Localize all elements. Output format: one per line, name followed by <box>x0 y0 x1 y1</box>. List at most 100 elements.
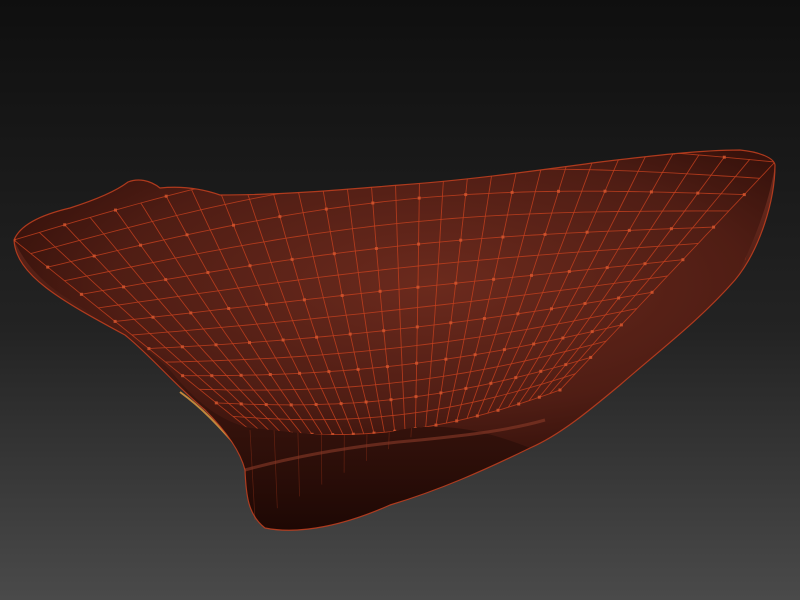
mesh-vertex <box>185 233 189 237</box>
mesh-vertex <box>532 342 536 346</box>
mesh-vertex <box>712 225 716 229</box>
mesh-vertex <box>289 403 293 407</box>
mesh-vertex <box>619 323 623 327</box>
mesh-vertex <box>180 345 184 349</box>
mesh-vertex <box>459 238 463 242</box>
mesh-vertex <box>564 363 568 367</box>
mesh-vertex <box>139 243 143 247</box>
mesh-vertex <box>147 347 151 351</box>
mesh-vertex <box>496 408 500 412</box>
mesh-vertex <box>164 278 168 282</box>
mesh-vertex <box>340 294 344 297</box>
mesh-vertex <box>227 307 231 310</box>
mesh-vertex <box>583 302 587 305</box>
mesh-vertex <box>239 402 243 406</box>
mesh-vertex <box>516 312 520 316</box>
mesh-vertex <box>378 289 382 293</box>
mesh-vertex <box>603 189 607 193</box>
mesh-vertex <box>114 208 117 212</box>
mesh-vertex <box>327 370 331 374</box>
mesh-vertex <box>181 374 185 378</box>
mesh-vertex <box>473 353 477 357</box>
mesh-vertex <box>543 232 547 236</box>
mesh-vertex <box>210 374 214 378</box>
mesh-vertex <box>439 391 443 395</box>
viewport-canvas[interactable] <box>0 0 800 600</box>
mesh-vertex <box>324 207 328 211</box>
mesh-vertex <box>122 285 126 289</box>
mesh-vertex <box>617 296 621 300</box>
mesh-vertex <box>189 311 193 315</box>
mesh-vertex <box>681 258 685 262</box>
mesh-vertex <box>314 403 318 406</box>
mesh-vertex <box>348 332 352 336</box>
mesh-vertex <box>454 281 458 285</box>
mesh-vertex <box>649 190 653 194</box>
mesh-vertex <box>475 414 479 418</box>
mesh-vertex <box>492 277 496 281</box>
mesh-vertex <box>455 419 459 423</box>
mesh-vertex <box>265 302 268 306</box>
mesh-vertex <box>417 196 421 200</box>
mesh-vertex <box>63 223 67 227</box>
mesh-vertex <box>550 307 553 311</box>
mesh-vertex <box>530 273 533 277</box>
mesh-vertex <box>248 264 252 268</box>
mesh-vertex <box>332 252 336 256</box>
mesh-vertex <box>627 228 631 232</box>
mesh-vertex <box>514 376 518 380</box>
mesh-vertex <box>339 402 343 406</box>
mesh-vertex <box>567 270 571 273</box>
mesh-vertex <box>444 357 448 361</box>
mesh-vertex <box>382 329 386 333</box>
mesh-vertex <box>264 403 268 407</box>
mesh-vertex <box>464 386 468 390</box>
mesh-vertex <box>298 371 302 375</box>
mesh-vertex <box>585 230 589 234</box>
mesh-vertex <box>510 190 514 194</box>
mesh-vertex <box>434 423 438 427</box>
mesh-vertex <box>46 265 50 269</box>
mesh-vertex <box>232 223 235 227</box>
mesh-vertex <box>415 361 419 365</box>
mesh-vertex <box>281 338 285 342</box>
mesh-vertex <box>489 381 493 385</box>
mesh-vertex <box>464 193 468 197</box>
mesh-vertex <box>742 193 746 197</box>
mesh-vertex <box>414 395 418 399</box>
mesh-vertex <box>589 355 593 359</box>
mesh-vertex <box>239 373 243 377</box>
mesh-vertex <box>501 235 505 239</box>
mesh-vertex <box>268 373 272 376</box>
mesh-vertex <box>643 262 647 266</box>
mesh-vertex <box>449 321 453 325</box>
mesh-vertex <box>696 191 700 195</box>
mesh-vertex <box>539 369 543 373</box>
mesh-vertex <box>417 242 421 246</box>
mesh-vertex <box>416 285 420 289</box>
mesh-vertex <box>151 315 155 319</box>
mesh-vertex <box>364 400 368 404</box>
mesh-vertex <box>302 298 306 302</box>
mesh-vertex <box>517 402 521 406</box>
mesh-vertex <box>113 319 117 323</box>
mesh-vertex <box>389 398 393 402</box>
mesh-vertex <box>278 215 282 219</box>
mesh-vertex <box>374 247 378 250</box>
mesh-vertex <box>385 365 389 369</box>
mesh-vertex <box>371 201 375 205</box>
mesh-vertex <box>558 388 562 392</box>
mesh-vertex <box>482 317 486 320</box>
mesh-vertex <box>356 367 360 371</box>
mesh-vertex <box>590 330 594 334</box>
mesh-vertex <box>164 194 168 198</box>
mesh-vertex <box>290 257 294 261</box>
3d-viewport[interactable] <box>0 0 800 600</box>
mesh-vertex <box>92 254 96 258</box>
mesh-vertex <box>502 348 506 352</box>
mesh-vertex <box>248 341 251 345</box>
mesh-vertex <box>557 189 560 193</box>
mesh-vertex <box>605 266 609 270</box>
mesh-vertex <box>722 155 726 159</box>
mesh-vertex <box>214 401 218 405</box>
